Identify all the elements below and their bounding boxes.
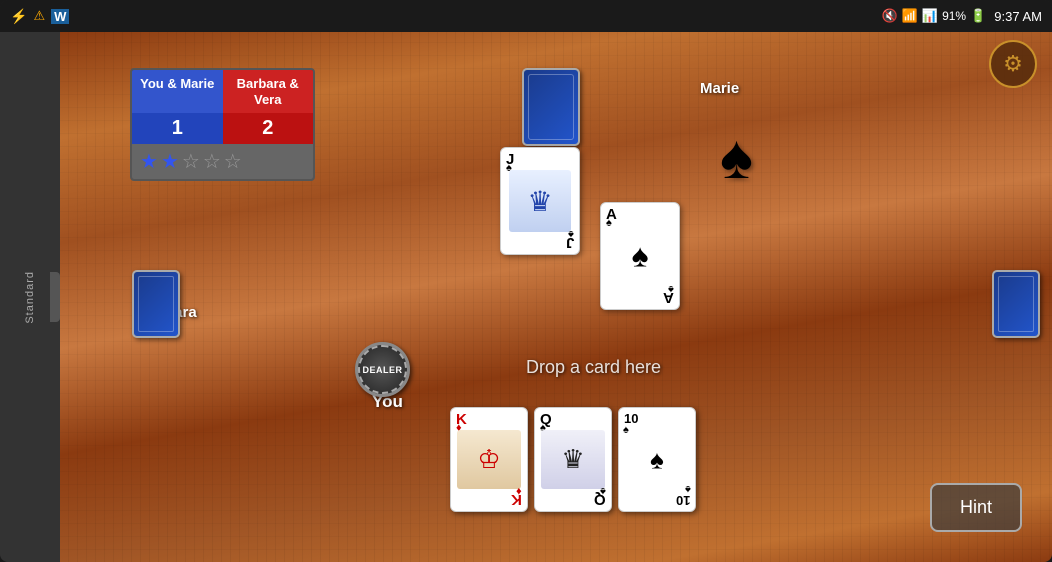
game-area: You & Marie Barbara & Vera 1 2 ★ ★ ☆ ☆ ☆… bbox=[60, 32, 1052, 562]
jack-figure: ♛ bbox=[509, 170, 571, 232]
king-suit-bottom: ♦ bbox=[516, 485, 522, 497]
alert-icon: ⚠ bbox=[33, 8, 45, 24]
vera-card-back bbox=[992, 270, 1040, 338]
team1-name: You & Marie bbox=[140, 76, 214, 91]
team1-score: 1 bbox=[132, 113, 223, 144]
mute-icon: 🔇 bbox=[882, 8, 898, 24]
player-marie: Marie bbox=[700, 80, 739, 97]
dealer-label: DEALER bbox=[362, 365, 402, 375]
ten-rank-bottom: 10 bbox=[676, 494, 690, 507]
star-1: ★ bbox=[140, 149, 158, 174]
signal-icon: 📊 bbox=[922, 8, 938, 24]
ace-suit-center: ♠ bbox=[601, 238, 679, 275]
team2-score: 2 bbox=[223, 113, 314, 144]
usb-icon: ⚡ bbox=[10, 8, 27, 25]
card-jack[interactable]: J ♠ ♛ J ♠ bbox=[500, 147, 580, 255]
team1-header: You & Marie bbox=[132, 70, 223, 113]
hint-button[interactable]: Hint bbox=[930, 483, 1022, 532]
card-ace[interactable]: A ♠ ♠ A ♠ bbox=[600, 202, 680, 310]
score-numbers: 1 2 bbox=[132, 113, 313, 144]
score-stars: ★ ★ ☆ ☆ ☆ bbox=[132, 144, 313, 179]
phone-frame: ⚡ ⚠ W 🔇 📶 📊 91% 🔋 9:37 AM Standard You &… bbox=[0, 0, 1052, 562]
queen-suit-bottom: ♠ bbox=[600, 485, 606, 497]
battery-percent: 91% bbox=[942, 9, 966, 23]
ten-suit-center: ♠ bbox=[619, 444, 695, 475]
star-5: ☆ bbox=[224, 149, 242, 174]
status-left-icons: ⚡ ⚠ W bbox=[10, 8, 69, 25]
card-king[interactable]: K ♦ ♔ K ♦ bbox=[450, 407, 528, 512]
status-bar: ⚡ ⚠ W 🔇 📶 📊 91% 🔋 9:37 AM bbox=[0, 0, 1052, 32]
settings-icon: ⚙ bbox=[1003, 51, 1023, 77]
drop-zone[interactable]: Drop a card here bbox=[435, 342, 752, 392]
jack-suit-bottom: ♠ bbox=[568, 228, 574, 240]
card-queen[interactable]: Q ♠ ♛ Q ♠ bbox=[534, 407, 612, 512]
team2-header: Barbara & Vera bbox=[223, 70, 314, 113]
sidebar: Standard bbox=[0, 32, 60, 562]
ace-suit-bottom: ♠ bbox=[668, 283, 674, 295]
barbara-card-back bbox=[132, 270, 180, 338]
status-right-icons: 🔇 📶 📊 91% 🔋 9:37 AM bbox=[882, 8, 1042, 24]
card-ten[interactable]: 10 ♠ ♠ 10 ♠ bbox=[618, 407, 696, 512]
settings-button[interactable]: ⚙ bbox=[989, 40, 1037, 88]
sidebar-label: Standard bbox=[24, 271, 36, 324]
marie-spade-icon: ♠ bbox=[720, 122, 753, 193]
dealer-chip: DEALER bbox=[355, 342, 410, 397]
score-header: You & Marie Barbara & Vera bbox=[132, 70, 313, 113]
score-panel: You & Marie Barbara & Vera 1 2 ★ ★ ☆ ☆ ☆ bbox=[130, 68, 315, 181]
ace-suit-top: ♠ bbox=[606, 217, 612, 229]
wifi-icon: 📶 bbox=[902, 8, 918, 24]
star-2: ★ bbox=[161, 149, 179, 174]
queen-figure: ♛ bbox=[541, 430, 605, 489]
team2-name: Barbara & Vera bbox=[237, 76, 299, 107]
word-icon: W bbox=[51, 9, 69, 24]
ten-suit-bottom: ♠ bbox=[685, 483, 691, 495]
star-3: ☆ bbox=[182, 149, 200, 174]
star-4: ☆ bbox=[203, 149, 221, 174]
time-display: 9:37 AM bbox=[994, 9, 1042, 24]
top-pile-card bbox=[522, 68, 580, 146]
ten-suit-top: ♠ bbox=[623, 424, 629, 436]
sidebar-handle[interactable] bbox=[50, 272, 60, 322]
hint-label: Hint bbox=[960, 497, 992, 517]
drop-zone-text: Drop a card here bbox=[526, 357, 661, 378]
battery-icon: 🔋 bbox=[970, 8, 986, 24]
king-figure: ♔ bbox=[457, 430, 521, 489]
